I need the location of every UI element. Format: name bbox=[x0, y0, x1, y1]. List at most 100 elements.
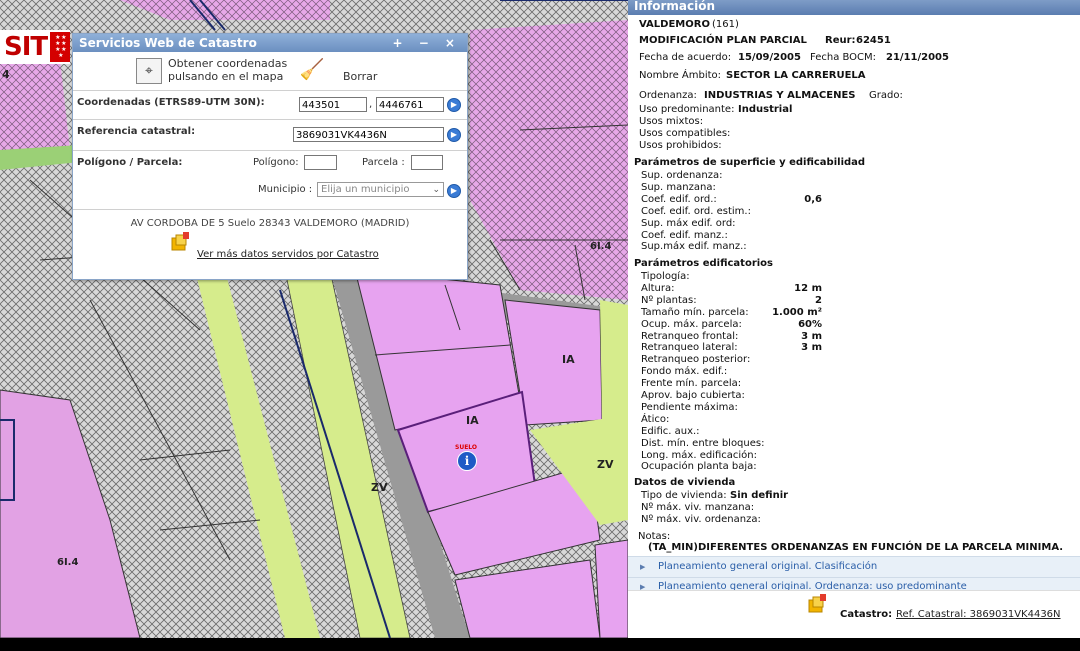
expand-icon: ▶ bbox=[640, 583, 646, 590]
accordion-ordinance-use[interactable]: ▶ Planeamiento general original. Ordenan… bbox=[628, 577, 1080, 590]
zone-label: ZV bbox=[597, 458, 614, 471]
reur-value: 62451 bbox=[856, 35, 891, 46]
polygon-parcel-row: Polígono / Parcela: Polígono: Parcela : … bbox=[73, 151, 467, 210]
madrid-flag-icon: ★ ★ ★ ★ ★ ★ ★ bbox=[50, 32, 70, 62]
param-label: Coef. edif. ord. estim.: bbox=[641, 205, 751, 217]
param-label: Sup. manzana: bbox=[641, 181, 716, 193]
catastro-label: Catastro: bbox=[840, 609, 893, 620]
param-label: Dist. mín. entre bloques: bbox=[641, 437, 765, 449]
building-section-title: Parámetros edificatorios bbox=[634, 258, 773, 269]
param-label: Frente mín. parcela: bbox=[641, 378, 742, 390]
dialog-titlebar[interactable]: Servicios Web de Catastro + − × bbox=[73, 34, 467, 52]
coords-row: Coordenadas (ETRS89-UTM 30N): 443501 , 4… bbox=[73, 91, 467, 120]
parcel-address: AV CORDOBA DE 5 Suelo 28343 VALDEMORO (M… bbox=[130, 218, 410, 229]
prohibited-uses-label: Usos prohibidos: bbox=[639, 140, 722, 151]
panel-title: Información bbox=[628, 0, 1080, 15]
coord-separator: , bbox=[369, 99, 373, 110]
param-label: Tamaño mín. parcela: bbox=[641, 306, 749, 318]
param-label: Fondo máx. edif.: bbox=[641, 366, 728, 378]
max-dwellings-block-label: Nº máx. viv. manzana: bbox=[641, 502, 755, 513]
param-label: Aprov. bajo cubierta: bbox=[641, 390, 745, 401]
crosshair-icon: ⌖ bbox=[145, 63, 153, 79]
parcel-label: Parcela : bbox=[362, 157, 405, 168]
screen-bottom-bar bbox=[0, 638, 1080, 651]
catastro-icon bbox=[171, 232, 189, 251]
param-label: Nº plantas: bbox=[641, 294, 697, 306]
compatible-uses-label: Usos compatibles: bbox=[639, 128, 731, 139]
param-value: 12 m bbox=[794, 282, 822, 294]
ordinance-value: INDUSTRIAS Y ALMACENES bbox=[704, 90, 856, 101]
accordion-label: Planeamiento general original. Ordenanza… bbox=[658, 581, 967, 590]
ordinance-label: Ordenanza: bbox=[639, 90, 697, 101]
catastro-icon bbox=[808, 594, 826, 613]
cadastral-ref-input[interactable]: 3869031VK4436N bbox=[293, 127, 444, 142]
housing-type-label: Tipo de vivienda: bbox=[641, 490, 727, 501]
dialog-title: Servicios Web de Catastro bbox=[79, 36, 257, 50]
window-controls[interactable]: + − × bbox=[392, 34, 461, 52]
clear-button[interactable]: 🧹 bbox=[299, 56, 325, 82]
polygon-label: Polígono: bbox=[253, 157, 299, 168]
panel-footer: Catastro: Ref. Catastral: 3869031VK4436N bbox=[628, 590, 1080, 639]
housing-section-title: Datos de vivienda bbox=[634, 477, 736, 488]
notes-value: (TA_MIN)DIFERENTES ORDENANZAS EN FUNCIÓN… bbox=[648, 542, 1064, 553]
parcel-input[interactable] bbox=[411, 155, 443, 170]
param-value: 1.000 m² bbox=[772, 306, 822, 318]
housing-type-value: Sin definir bbox=[730, 490, 789, 501]
param-label: Sup. máx edif. ord: bbox=[641, 217, 736, 229]
predominant-use-label: Uso predominante: bbox=[639, 104, 735, 115]
zone-label: 6I.4 bbox=[590, 241, 612, 252]
coords-label: Coordenadas (ETRS89-UTM 30N): bbox=[77, 97, 265, 108]
predominant-use-value: Industrial bbox=[738, 104, 793, 115]
coord-x-input[interactable]: 443501 bbox=[299, 97, 367, 112]
param-label: Coef. edif. manz.: bbox=[641, 229, 728, 241]
param-label: Edific. aux.: bbox=[641, 425, 700, 437]
bocm-date: 21/11/2005 bbox=[886, 52, 949, 63]
coord-y-input[interactable]: 4446761 bbox=[376, 97, 444, 112]
accordion-classification[interactable]: ▶ Planeamiento general original. Clasifi… bbox=[628, 556, 1080, 577]
cadastral-ref-go-button[interactable]: ▶ bbox=[447, 128, 461, 142]
get-coords-label: Obtener coordenadas pulsando en el mapa bbox=[168, 57, 288, 83]
param-label: Pendiente máxima: bbox=[641, 401, 738, 413]
crosshair-button[interactable]: ⌖ bbox=[136, 58, 162, 84]
zone-label: IA bbox=[562, 353, 575, 366]
zone-label: ZV bbox=[371, 481, 388, 494]
grade-label: Grado: bbox=[869, 90, 903, 101]
zone-label: IA bbox=[466, 414, 479, 427]
municipality-select-value: Elija un municipio bbox=[321, 184, 410, 195]
municipality-select[interactable]: Elija un municipio ⌄ bbox=[317, 182, 444, 197]
toolbar-row: ⌖ Obtener coordenadas pulsando en el map… bbox=[73, 52, 467, 91]
notes-label: Notas: bbox=[638, 531, 671, 542]
municipality-go-button[interactable]: ▶ bbox=[447, 184, 461, 198]
clear-label: Borrar bbox=[343, 70, 378, 83]
broom-icon: 🧹 bbox=[299, 57, 325, 81]
catastro-dialog: Servicios Web de Catastro + − × ⌖ Obtene… bbox=[72, 33, 468, 280]
param-label: Coef. edif. ord.: bbox=[641, 193, 717, 205]
plan-type: MODIFICACIÓN PLAN PARCIAL bbox=[639, 35, 807, 46]
reur-label: Reur: bbox=[825, 35, 856, 46]
coords-go-button[interactable]: ▶ bbox=[447, 98, 461, 112]
param-label: Long. máx. edificación: bbox=[641, 449, 758, 461]
cadastral-ref-link[interactable]: Ref. Catastral: 3869031VK4436N bbox=[896, 609, 1061, 620]
param-label: Sup. ordenanza: bbox=[641, 170, 723, 181]
param-value: 2 bbox=[815, 294, 822, 306]
param-label: Retranqueo posterior: bbox=[641, 354, 751, 366]
mixed-uses-label: Usos mixtos: bbox=[639, 116, 704, 127]
param-value: 0,6 bbox=[804, 193, 822, 205]
scope-name: SECTOR LA CARRERUELA bbox=[726, 70, 866, 81]
municipality-name: VALDEMORO bbox=[639, 19, 710, 30]
marker-label: SUELO bbox=[455, 444, 478, 451]
sit-logo-text: SIT bbox=[4, 32, 48, 62]
info-panel: Información VALDEMORO (161) MODIFICACIÓN… bbox=[628, 0, 1080, 639]
more-catastro-data-link[interactable]: Ver más datos servidos por Catastro bbox=[197, 249, 379, 260]
param-label: Retranqueo lateral: bbox=[641, 342, 738, 354]
surface-section-title: Parámetros de superficie y edificabilida… bbox=[634, 157, 866, 168]
polygon-input[interactable] bbox=[304, 155, 337, 170]
info-marker-icon[interactable]: i bbox=[457, 451, 477, 471]
param-label: Sup.máx edif. manz.: bbox=[641, 241, 747, 253]
agreement-date: 15/09/2005 bbox=[738, 52, 801, 63]
polygon-parcel-label: Polígono / Parcela: bbox=[77, 157, 183, 168]
param-value: 60% bbox=[798, 318, 822, 330]
zone-label: 4 bbox=[2, 68, 10, 81]
agreement-date-label: Fecha de acuerdo: bbox=[639, 52, 732, 63]
municipality-label: Municipio : bbox=[258, 184, 313, 195]
